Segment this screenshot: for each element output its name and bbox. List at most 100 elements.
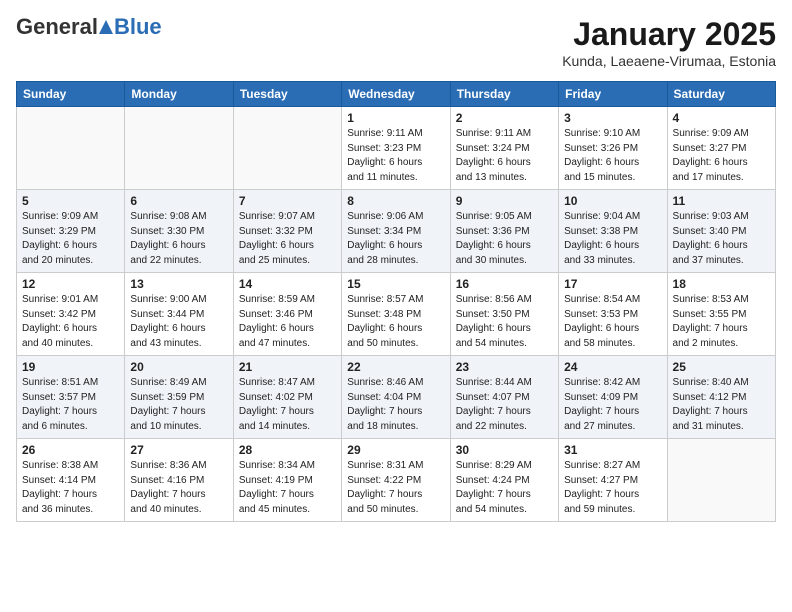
calendar-day-cell: 30Sunrise: 8:29 AM Sunset: 4:24 PM Dayli…	[450, 439, 558, 522]
calendar-day-cell: 9 Sunrise: 9:05 AM Sunset: 3:36 PM Daylig…	[450, 190, 558, 273]
day-of-week-header: Sunday	[17, 82, 125, 107]
day-number: 19	[22, 360, 119, 374]
calendar-day-cell: 25 Sunrise: 8:40 AM Sunset: 4:12 PM Dayli…	[667, 356, 775, 439]
calendar-week-row: 1 Sunrise: 9:11 AM Sunset: 3:23 PM Daylig…	[17, 107, 776, 190]
day-info: Sunrise: 9:09 AM Sunset: 3:29 PM Dayligh…	[22, 210, 119, 268]
day-number: 10	[564, 194, 661, 208]
day-info: Sunrise: 8:59 AM Sunset: 3:46 PM Dayligh…	[239, 293, 336, 351]
calendar-day-cell: 23Sunrise: 8:44 AM Sunset: 4:07 PM Dayli…	[450, 356, 558, 439]
calendar-day-cell: 20 Sunrise: 8:49 AM Sunset: 3:59 PM Dayli…	[125, 356, 233, 439]
calendar-day-cell: 14 Sunrise: 8:59 AM Sunset: 3:46 PM Dayli…	[233, 273, 341, 356]
calendar-day-cell	[233, 107, 341, 190]
day-number: 1	[347, 111, 444, 125]
day-of-week-header: Tuesday	[233, 82, 341, 107]
calendar-table: SundayMondayTuesdayWednesdayThursdayFrid…	[16, 81, 776, 522]
day-info: Sunrise: 8:38 AM Sunset: 4:14 PM Dayligh…	[22, 459, 119, 517]
day-number: 9	[456, 194, 553, 208]
day-info: Sunrise: 9:03 AM Sunset: 3:40 PM Dayligh…	[673, 210, 770, 268]
day-info: Sunrise: 9:10 AM Sunset: 3:26 PM Dayligh…	[564, 127, 661, 185]
calendar-day-cell: 7 Sunrise: 9:07 AM Sunset: 3:32 PM Daylig…	[233, 190, 341, 273]
day-info: Sunrise: 9:09 AM Sunset: 3:27 PM Dayligh…	[673, 127, 770, 185]
day-info: Sunrise: 8:49 AM Sunset: 3:59 PM Dayligh…	[130, 376, 227, 434]
day-number: 31	[564, 443, 661, 457]
day-number: 7	[239, 194, 336, 208]
day-number: 23	[456, 360, 553, 374]
calendar-day-cell: 5 Sunrise: 9:09 AM Sunset: 3:29 PM Daylig…	[17, 190, 125, 273]
calendar-day-cell	[667, 439, 775, 522]
day-number: 25	[673, 360, 770, 374]
calendar-day-cell: 21 Sunrise: 8:47 AM Sunset: 4:02 PM Dayli…	[233, 356, 341, 439]
day-number: 14	[239, 277, 336, 291]
day-number: 21	[239, 360, 336, 374]
day-info: Sunrise: 9:06 AM Sunset: 3:34 PM Dayligh…	[347, 210, 444, 268]
day-info: Sunrise: 8:53 AM Sunset: 3:55 PM Dayligh…	[673, 293, 770, 351]
calendar-day-cell	[125, 107, 233, 190]
day-number: 13	[130, 277, 227, 291]
day-number: 22	[347, 360, 444, 374]
day-info: Sunrise: 8:31 AM Sunset: 4:22 PM Dayligh…	[347, 459, 444, 517]
day-info: Sunrise: 8:51 AM Sunset: 3:57 PM Dayligh…	[22, 376, 119, 434]
day-number: 15	[347, 277, 444, 291]
calendar-day-cell: 24Sunrise: 8:42 AM Sunset: 4:09 PM Dayli…	[559, 356, 667, 439]
day-number: 6	[130, 194, 227, 208]
calendar-day-cell: 12Sunrise: 9:01 AM Sunset: 3:42 PM Dayli…	[17, 273, 125, 356]
day-info: Sunrise: 8:47 AM Sunset: 4:02 PM Dayligh…	[239, 376, 336, 434]
calendar-week-row: 12Sunrise: 9:01 AM Sunset: 3:42 PM Dayli…	[17, 273, 776, 356]
day-info: Sunrise: 8:54 AM Sunset: 3:53 PM Dayligh…	[564, 293, 661, 351]
day-of-week-header: Saturday	[667, 82, 775, 107]
day-number: 20	[130, 360, 227, 374]
calendar-day-cell: 29 Sunrise: 8:31 AM Sunset: 4:22 PM Dayli…	[342, 439, 450, 522]
calendar-day-cell: 16 Sunrise: 8:56 AM Sunset: 3:50 PM Dayli…	[450, 273, 558, 356]
calendar-day-cell: 2 Sunrise: 9:11 AM Sunset: 3:24 PM Daylig…	[450, 107, 558, 190]
day-of-week-header: Monday	[125, 82, 233, 107]
day-number: 11	[673, 194, 770, 208]
calendar-day-cell: 27Sunrise: 8:36 AM Sunset: 4:16 PM Dayli…	[125, 439, 233, 522]
day-number: 4	[673, 111, 770, 125]
calendar-day-cell: 8 Sunrise: 9:06 AM Sunset: 3:34 PM Daylig…	[342, 190, 450, 273]
calendar-day-cell: 26 Sunrise: 8:38 AM Sunset: 4:14 PM Dayli…	[17, 439, 125, 522]
page-header: General Blue January 2025 Kunda, Laeaene…	[16, 16, 776, 69]
day-info: Sunrise: 8:34 AM Sunset: 4:19 PM Dayligh…	[239, 459, 336, 517]
day-number: 27	[130, 443, 227, 457]
day-info: Sunrise: 8:56 AM Sunset: 3:50 PM Dayligh…	[456, 293, 553, 351]
calendar-day-cell: 6 Sunrise: 9:08 AM Sunset: 3:30 PM Daylig…	[125, 190, 233, 273]
day-number: 17	[564, 277, 661, 291]
calendar-day-cell: 3 Sunrise: 9:10 AM Sunset: 3:26 PM Daylig…	[559, 107, 667, 190]
day-info: Sunrise: 9:11 AM Sunset: 3:23 PM Dayligh…	[347, 127, 444, 185]
day-number: 26	[22, 443, 119, 457]
day-info: Sunrise: 8:40 AM Sunset: 4:12 PM Dayligh…	[673, 376, 770, 434]
logo-blue: Blue	[114, 16, 162, 38]
day-info: Sunrise: 8:57 AM Sunset: 3:48 PM Dayligh…	[347, 293, 444, 351]
calendar-day-cell	[17, 107, 125, 190]
day-number: 29	[347, 443, 444, 457]
calendar-week-row: 26 Sunrise: 8:38 AM Sunset: 4:14 PM Dayli…	[17, 439, 776, 522]
day-info: Sunrise: 9:11 AM Sunset: 3:24 PM Dayligh…	[456, 127, 553, 185]
day-number: 18	[673, 277, 770, 291]
day-number: 2	[456, 111, 553, 125]
day-info: Sunrise: 9:05 AM Sunset: 3:36 PM Dayligh…	[456, 210, 553, 268]
day-info: Sunrise: 8:29 AM Sunset: 4:24 PM Dayligh…	[456, 459, 553, 517]
day-info: Sunrise: 9:07 AM Sunset: 3:32 PM Dayligh…	[239, 210, 336, 268]
calendar-week-row: 5 Sunrise: 9:09 AM Sunset: 3:29 PM Daylig…	[17, 190, 776, 273]
day-number: 8	[347, 194, 444, 208]
day-info: Sunrise: 8:46 AM Sunset: 4:04 PM Dayligh…	[347, 376, 444, 434]
day-info: Sunrise: 9:08 AM Sunset: 3:30 PM Dayligh…	[130, 210, 227, 268]
day-number: 24	[564, 360, 661, 374]
calendar-week-row: 19 Sunrise: 8:51 AM Sunset: 3:57 PM Dayli…	[17, 356, 776, 439]
logo: General Blue	[16, 16, 162, 38]
day-number: 3	[564, 111, 661, 125]
day-info: Sunrise: 9:01 AM Sunset: 3:42 PM Dayligh…	[22, 293, 119, 351]
day-number: 5	[22, 194, 119, 208]
calendar-day-cell: 22 Sunrise: 8:46 AM Sunset: 4:04 PM Dayli…	[342, 356, 450, 439]
calendar-day-cell: 28Sunrise: 8:34 AM Sunset: 4:19 PM Dayli…	[233, 439, 341, 522]
day-number: 16	[456, 277, 553, 291]
calendar-day-cell: 1 Sunrise: 9:11 AM Sunset: 3:23 PM Daylig…	[342, 107, 450, 190]
calendar-day-cell: 18 Sunrise: 8:53 AM Sunset: 3:55 PM Dayli…	[667, 273, 775, 356]
logo-icon	[99, 16, 113, 38]
month-title: January 2025	[562, 16, 776, 53]
calendar-header-row: SundayMondayTuesdayWednesdayThursdayFrid…	[17, 82, 776, 107]
location: Kunda, Laeaene-Virumaa, Estonia	[562, 53, 776, 69]
calendar-day-cell: 31Sunrise: 8:27 AM Sunset: 4:27 PM Dayli…	[559, 439, 667, 522]
calendar-day-cell: 13Sunrise: 9:00 AM Sunset: 3:44 PM Dayli…	[125, 273, 233, 356]
calendar-day-cell: 4 Sunrise: 9:09 AM Sunset: 3:27 PM Daylig…	[667, 107, 775, 190]
